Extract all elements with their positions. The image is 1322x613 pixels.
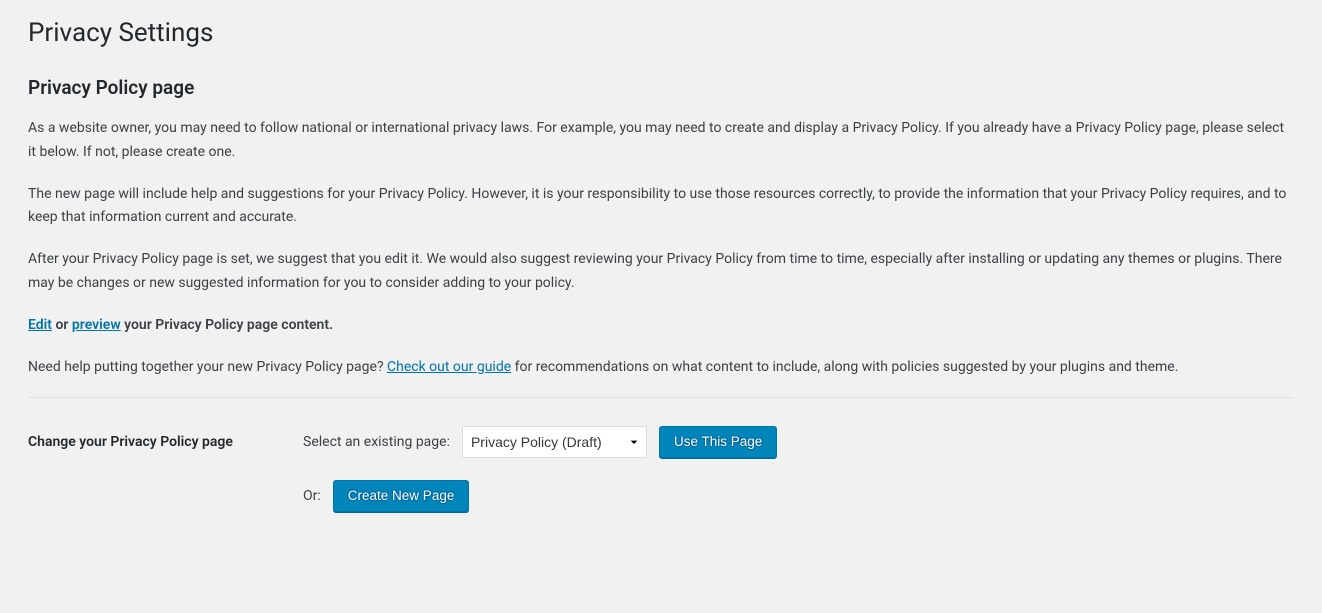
preview-link[interactable]: preview xyxy=(72,317,121,333)
help-prefix: Need help putting together your new Priv… xyxy=(28,359,387,375)
page-title: Privacy Settings xyxy=(28,18,1294,48)
create-new-page-button[interactable]: Create New Page xyxy=(333,480,470,512)
section-heading: Privacy Policy page xyxy=(28,76,1294,99)
edit-rest-text: your Privacy Policy page content. xyxy=(121,317,333,333)
intro-paragraph-2: The new page will include help and sugge… xyxy=(28,183,1294,231)
help-line: Need help putting together your new Priv… xyxy=(28,356,1294,380)
edit-preview-line: Edit or preview your Privacy Policy page… xyxy=(28,314,1294,338)
page-select[interactable]: Privacy Policy (Draft) xyxy=(462,426,647,458)
use-this-page-button[interactable]: Use This Page xyxy=(659,426,777,458)
form-section-label: Change your Privacy Policy page xyxy=(28,426,303,453)
divider xyxy=(28,397,1294,398)
privacy-page-form: Change your Privacy Policy page Select a… xyxy=(28,426,1294,534)
intro-paragraph-1: As a website owner, you may need to foll… xyxy=(28,117,1294,165)
edit-link[interactable]: Edit xyxy=(28,317,52,333)
intro-paragraph-3: After your Privacy Policy page is set, w… xyxy=(28,248,1294,296)
edit-or-text: or xyxy=(52,317,72,333)
select-existing-label: Select an existing page: xyxy=(303,434,450,450)
or-label: Or: xyxy=(303,488,321,504)
guide-link[interactable]: Check out our guide xyxy=(387,359,511,375)
help-suffix: for recommendations on what content to i… xyxy=(511,359,1178,375)
